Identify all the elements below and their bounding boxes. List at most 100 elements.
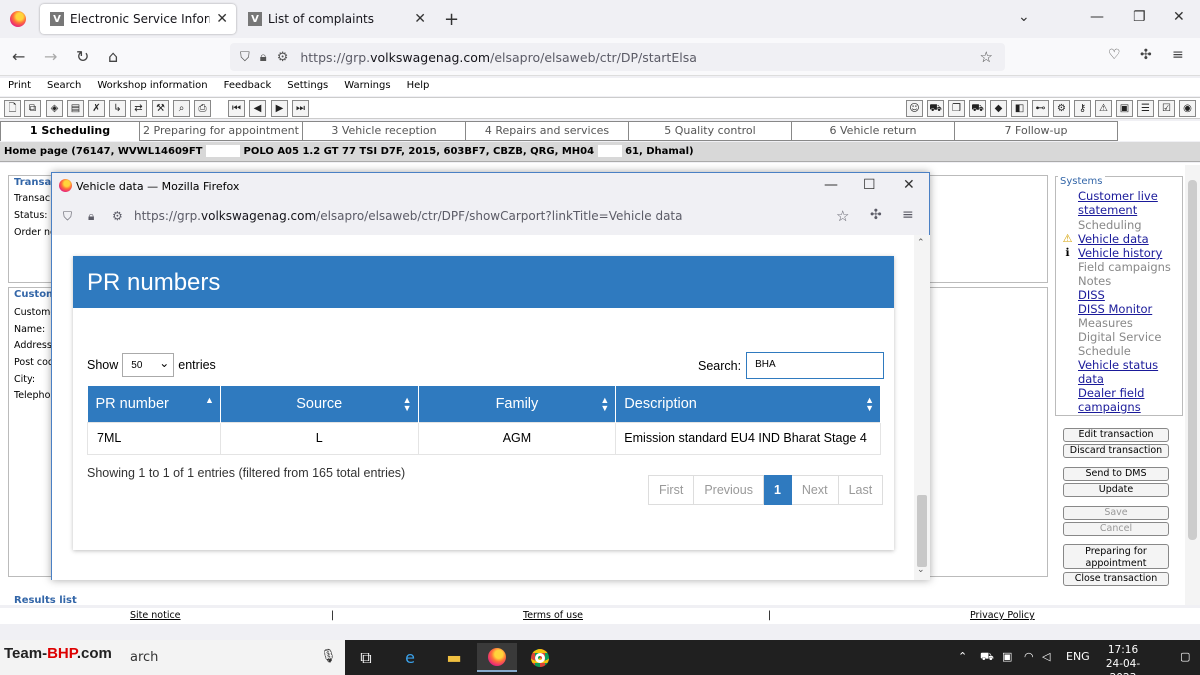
lock-icon[interactable]: 🔒︎ [260, 50, 267, 65]
scroll-down-icon[interactable]: ⌄ [917, 565, 925, 575]
box-icon[interactable]: ◆ [990, 100, 1007, 117]
menu-workshop-information[interactable]: Workshop information [89, 78, 215, 96]
menu-search[interactable]: Search [39, 78, 89, 96]
previous-record-icon[interactable]: ◀ [249, 100, 266, 117]
cancel-button[interactable]: Cancel [1063, 522, 1169, 536]
menu-icon[interactable]: ≡ [902, 207, 914, 223]
settings-icon[interactable]: ⚙ [1053, 100, 1070, 117]
system-dealer-field-campaigns[interactable]: Dealer field campaigns [1078, 386, 1182, 414]
scroll-up-icon[interactable]: ⌃ [917, 238, 925, 248]
tab-vehicle-reception[interactable]: 3 Vehicle reception [303, 121, 466, 141]
vehicle-icon[interactable]: ⊷ [1032, 100, 1049, 117]
menu-settings[interactable]: Settings [279, 78, 336, 96]
close-window-icon[interactable]: ✕ [903, 177, 915, 193]
lock-icon[interactable]: 🔒︎ [88, 209, 94, 224]
truck-icon[interactable]: ⛟ [969, 100, 986, 117]
scrollbar-thumb[interactable] [917, 495, 927, 567]
bookmark-star-icon[interactable]: ☆ [980, 48, 993, 66]
shield-icon[interactable]: ⛉ [240, 50, 250, 65]
reload-icon[interactable]: ↻ [76, 47, 89, 66]
tab-repairs-and-services[interactable]: 4 Repairs and services [466, 121, 629, 141]
system-customer-live-statement[interactable]: Customer live statement [1078, 189, 1182, 217]
popup-url-bar[interactable]: ⛉ 🔒︎ ⚙ https://grp.volkswagenag.com/elsa… [52, 203, 929, 231]
new-document-icon[interactable]: 🗋 [4, 100, 21, 117]
extensions-icon[interactable]: ✣ [1140, 47, 1152, 63]
arrow-icon[interactable]: ↳ [109, 100, 126, 117]
privacy-policy-link[interactable]: Privacy Policy [970, 610, 1035, 621]
shield-icon[interactable]: ⛉ [63, 209, 72, 224]
maximize-icon[interactable]: ☐ [863, 177, 876, 193]
taskbar-search[interactable]: Team-BHP.com arch 🎙︎ [0, 640, 345, 675]
restore-icon[interactable]: ❐ [1133, 9, 1146, 25]
edge-icon[interactable]: e [390, 643, 430, 672]
previous-page-button[interactable]: Previous [694, 475, 764, 505]
minimize-icon[interactable]: — [1090, 9, 1104, 25]
wifi-icon[interactable]: ◠ [1024, 650, 1034, 663]
language-indicator[interactable]: ENG [1066, 650, 1090, 663]
column-source[interactable]: Source ▲ ▼ [220, 386, 419, 422]
key-icon[interactable]: ⚷ [1074, 100, 1091, 117]
system-vehicle-data[interactable]: Vehicle data [1078, 232, 1182, 246]
swap-icon[interactable]: ⇄ [130, 100, 147, 117]
home-icon[interactable]: ⌂ [108, 47, 118, 66]
column-description[interactable]: Description ▲ ▼ [615, 386, 881, 422]
magnifier-icon[interactable]: ⌕ [173, 100, 190, 117]
tray-app-icon[interactable]: ▣ [1002, 650, 1012, 663]
permissions-icon[interactable]: ⚙ [277, 50, 289, 65]
chevron-down-icon[interactable]: ⌄ [1018, 9, 1030, 25]
volume-icon[interactable]: ◁ [1042, 650, 1050, 663]
firefox-icon[interactable] [10, 11, 26, 27]
terms-of-use-link[interactable]: Terms of use [523, 610, 583, 621]
extensions-icon[interactable]: ✣ [870, 207, 882, 223]
edit-transaction-button[interactable]: Edit transaction [1063, 428, 1169, 442]
first-record-icon[interactable]: ⏮ [228, 100, 245, 117]
tray-app-icon[interactable]: ⛟ [980, 650, 994, 665]
tab-scheduling-appointment[interactable]: 1 Scheduling appointment [0, 121, 140, 155]
close-icon[interactable]: ✕ [216, 11, 228, 27]
close-transaction-button[interactable]: Close transaction [1063, 572, 1169, 586]
task-view-icon[interactable]: ⧉ [346, 643, 386, 672]
tab-follow-up[interactable]: 7 Follow-up [955, 121, 1118, 141]
menu-icon[interactable]: ≡ [1172, 47, 1184, 63]
page-size-select[interactable]: 50 [122, 353, 175, 377]
search-input[interactable]: BHA [746, 352, 885, 379]
system-clock[interactable]: 17:16 24-04-2023 [1098, 643, 1148, 675]
microphone-icon[interactable]: 🎙︎ [320, 649, 337, 664]
scrollbar-thumb[interactable] [1188, 180, 1197, 540]
next-record-icon[interactable]: ▶ [271, 100, 288, 117]
save-button[interactable]: Save [1063, 506, 1169, 520]
save-disk-icon[interactable]: ▣ [1116, 100, 1133, 117]
book-icon[interactable]: ❒ [948, 100, 965, 117]
update-button[interactable]: Update [1063, 483, 1169, 497]
discard-transaction-button[interactable]: Discard transaction [1063, 444, 1169, 458]
warning-icon[interactable]: ⚠ [1095, 100, 1112, 117]
tab-vehicle-return[interactable]: 6 Vehicle return [792, 121, 955, 141]
popup-scrollbar[interactable]: ⌃ ⌄ [914, 235, 930, 580]
system-vehicle-status-data[interactable]: Vehicle status data [1078, 358, 1182, 386]
last-record-icon[interactable]: ⏭ [292, 100, 309, 117]
tag-icon[interactable]: ◈ [46, 100, 63, 117]
copy-icon[interactable]: ⧉ [24, 100, 41, 117]
pocket-icon[interactable]: ♡ [1108, 47, 1121, 63]
page-scrollbar[interactable] [1185, 165, 1200, 605]
people-icon[interactable]: ☺ [906, 100, 923, 117]
globe-icon[interactable]: ◉ [1179, 100, 1196, 117]
send-to-dms-button[interactable]: Send to DMS [1063, 467, 1169, 481]
notebook-icon[interactable]: ◧ [1011, 100, 1028, 117]
checklist-icon[interactable]: ☑ [1158, 100, 1175, 117]
list-icon[interactable]: ☰ [1137, 100, 1154, 117]
system-diss-monitor[interactable]: DISS Monitor [1078, 302, 1182, 316]
column-pr-number[interactable]: PR number ▲ [87, 386, 221, 422]
close-window-icon[interactable]: ✕ [1173, 9, 1185, 25]
system-vehicle-history[interactable]: Vehicle history [1078, 246, 1182, 260]
firefox-taskbar-icon[interactable] [477, 643, 517, 672]
current-page-button[interactable]: 1 [763, 475, 792, 505]
back-icon[interactable]: ← [12, 47, 25, 66]
minimize-icon[interactable]: — [824, 177, 838, 193]
chevron-up-icon[interactable]: ⌃ [958, 650, 967, 663]
close-icon[interactable]: ✕ [414, 11, 426, 27]
permissions-icon[interactable]: ⚙ [112, 209, 123, 223]
car-icon[interactable]: ⛟ [927, 100, 944, 117]
notifications-icon[interactable]: ▢ [1180, 650, 1190, 663]
file-explorer-icon[interactable]: ▬ [434, 643, 474, 672]
